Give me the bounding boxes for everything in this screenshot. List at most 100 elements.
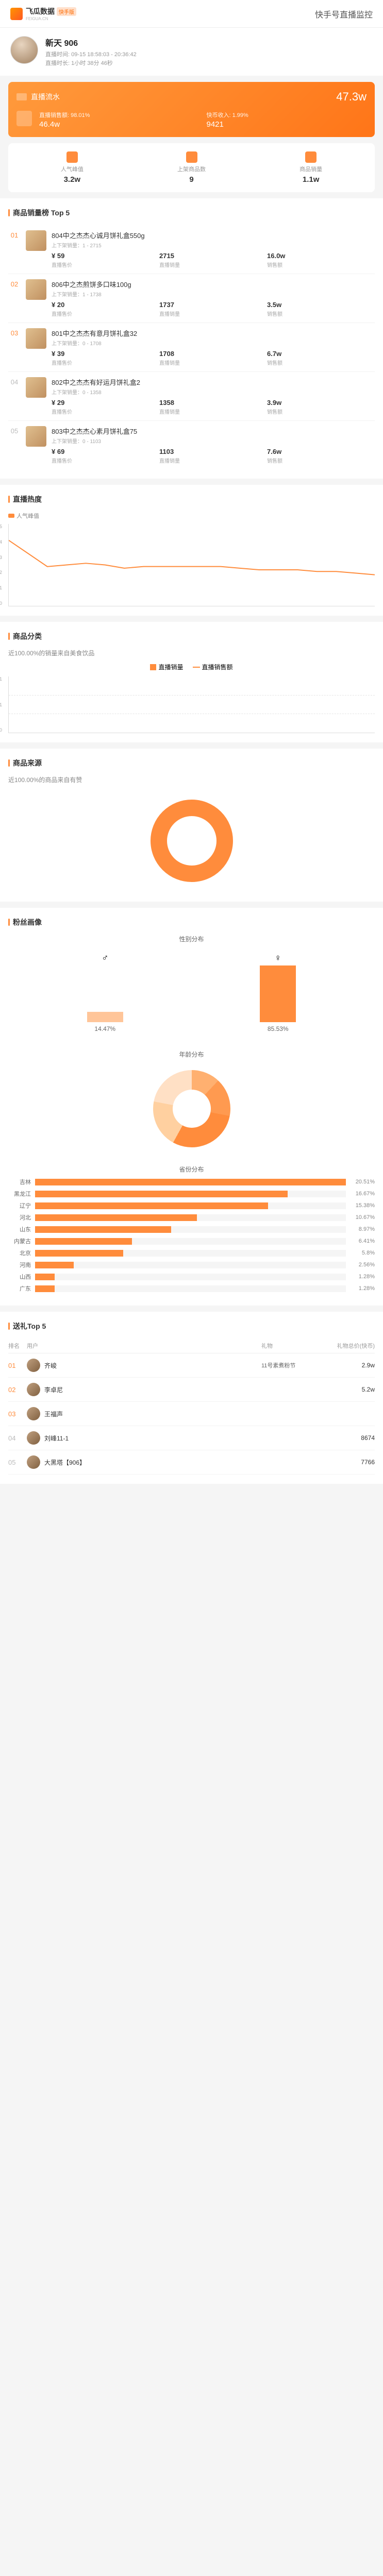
section-title: 商品销量榜 Top 5 (8, 208, 375, 218)
province-bar (35, 1274, 55, 1280)
province-row: 山东 8.97% (8, 1225, 375, 1233)
product-thumb (26, 328, 46, 349)
stat-value: 3.2w (12, 175, 132, 184)
user-avatar (27, 1359, 40, 1372)
product-sub: 上下架销量：0 - 1708 (52, 339, 375, 347)
province-pct: 5.8% (350, 1250, 375, 1256)
product-sub: 上下架销量：1 - 1738 (52, 290, 375, 298)
rank-item[interactable]: 01 804中之杰杰心诚月饼礼盒550g 上下架销量：1 - 2715 ¥ 59… (8, 225, 375, 274)
rank-item[interactable]: 03 801中之杰杰有意月饼礼盒32 上下架销量：0 - 1708 ¥ 39直播… (8, 323, 375, 372)
province-pct: 2.56% (350, 1262, 375, 1268)
province-name: 河南 (8, 1261, 31, 1269)
stat-label: 商品销量 (251, 165, 371, 173)
stat-label: 上架商品数 (132, 165, 252, 173)
rank-item[interactable]: 04 802中之杰杰有好运月饼礼盒2 上下架销量：0 - 1358 ¥ 29直播… (8, 372, 375, 421)
province-name: 山西 (8, 1273, 31, 1281)
streamer-name: 新天 906 (45, 36, 137, 48)
sales-pct-label: 直播销售额: 98.01% (39, 111, 199, 119)
profile-block: 新天 906 直播时间: 09-15 18:58:03 - 20:36:42 直… (0, 28, 383, 76)
gift-rank: 02 (8, 1386, 27, 1394)
col-value: 礼物总价(快币) (334, 1342, 375, 1350)
gender-icon: ♂ (29, 953, 181, 963)
province-bar (35, 1238, 132, 1245)
user-name: 大黑塔【906】 (44, 1458, 261, 1467)
app-header: 飞瓜数据 快手版 FEIGUA.CN 快手号直播监控 (0, 0, 383, 28)
revenue: 6.7w (267, 350, 375, 358)
rank-number: 05 (8, 426, 21, 464)
stat-icon (305, 151, 317, 163)
rank-section: 商品销量榜 Top 5 01 804中之杰杰心诚月饼礼盒550g 上下架销量：1… (0, 198, 383, 479)
gift-value: 5.2w (334, 1386, 375, 1393)
legend-swatch (8, 514, 14, 518)
province-row: 内蒙古 6.41% (8, 1237, 375, 1245)
legend-swatch (150, 664, 156, 670)
province-bar (35, 1179, 346, 1185)
province-name: 吉林 (8, 1178, 31, 1186)
legend-line (193, 667, 200, 668)
coin-value: 9421 (207, 120, 367, 129)
source-section: 商品来源 近100.00%的商品来自有赞 (0, 749, 383, 902)
gift-rank: 01 (8, 1362, 27, 1369)
product-sub: 上下架销量：1 - 2715 (52, 241, 375, 249)
province-name: 山东 (8, 1225, 31, 1233)
category-section: 商品分类 近100.00%的销量来自美食饮品 直播销量 直播销售额 110 (0, 622, 383, 742)
province-name: 广东 (8, 1284, 31, 1293)
province-row: 山西 1.28% (8, 1273, 375, 1281)
gender-icon: ♀ (202, 953, 355, 963)
province-pct: 1.28% (350, 1285, 375, 1292)
page-title: 快手号直播监控 (315, 8, 373, 20)
gender-item: ♀ 85.53% (202, 953, 355, 1032)
user-name: 齐峻 (44, 1361, 261, 1370)
rank-number: 02 (8, 279, 21, 317)
rank-item[interactable]: 05 803中之杰杰心素月饼礼盒75 上下架销量：0 - 1103 ¥ 69直播… (8, 421, 375, 469)
col-user: 用户 (27, 1342, 261, 1350)
stat-item: 人气峰值 3.2w (12, 151, 132, 184)
legend-label: 直播销量 (158, 663, 183, 671)
gift-value: 8674 (334, 1434, 375, 1442)
product-sub: 上下架销量：0 - 1358 (52, 388, 375, 396)
province-bar (35, 1226, 171, 1233)
brand-badge: 快手版 (57, 7, 76, 16)
province-pct: 1.28% (350, 1274, 375, 1280)
price: ¥ 59 (52, 252, 159, 260)
col-gift: 礼物 (261, 1342, 334, 1350)
stat-icon (186, 151, 197, 163)
sales: 1708 (159, 350, 267, 358)
province-pct: 6.41% (350, 1238, 375, 1244)
gift-rank: 05 (8, 1459, 27, 1466)
stat-item: 上架商品数 9 (132, 151, 252, 184)
gender-bar (260, 965, 296, 1022)
legend-label: 人气峰值 (16, 512, 39, 520)
rank-item[interactable]: 02 806中之杰煎饼多口味100g 上下架销量：1 - 1738 ¥ 20直播… (8, 274, 375, 323)
revenue: 16.0w (267, 252, 375, 260)
sales-value: 46.4w (39, 120, 199, 129)
gift-row[interactable]: 02 李卓尼 5.2w (8, 1378, 375, 1402)
gender-pct: 85.53% (202, 1025, 355, 1032)
gift-value: 2.9w (334, 1362, 375, 1369)
gift-row[interactable]: 03 王福声 (8, 1402, 375, 1426)
live-duration: 直播时长: 1小时 38分 46秒 (45, 59, 137, 68)
product-name: 803中之杰杰心素月饼礼盒75 (52, 426, 375, 436)
stat-label: 人气峰值 (12, 165, 132, 173)
province-pct: 16.67% (350, 1191, 375, 1197)
heat-section: 直播热度 人气峰值 543210 (0, 485, 383, 616)
gender-bar (87, 1012, 123, 1022)
flow-label: 直播流水 (31, 92, 60, 102)
revenue: 7.6w (267, 448, 375, 455)
gift-row[interactable]: 04 刘峰11-1 8674 (8, 1426, 375, 1450)
province-row: 河南 2.56% (8, 1261, 375, 1269)
gift-section: 送礼Top 5 排名 用户 礼物 礼物总价(快币) 01 齐峻 11号素煮粉节 … (0, 1312, 383, 1484)
gift-row[interactable]: 01 齐峻 11号素煮粉节 2.9w (8, 1353, 375, 1378)
province-bar (35, 1214, 197, 1221)
province-bar (35, 1285, 55, 1292)
revenue-card: 直播流水 47.3w 直播销售额: 98.01% 46.4w 快币收入: 1.9… (8, 82, 375, 137)
province-bar (35, 1250, 123, 1257)
gift-row[interactable]: 05 大黑塔【906】 7766 (8, 1450, 375, 1475)
province-name: 河北 (8, 1213, 31, 1222)
coin-pct-label: 快币收入: 1.99% (207, 111, 367, 119)
heat-chart: 543210 (8, 524, 375, 606)
stat-item: 商品销量 1.1w (251, 151, 371, 184)
price: ¥ 20 (52, 301, 159, 309)
gift-table-head: 排名 用户 礼物 礼物总价(快币) (8, 1338, 375, 1353)
gender-item: ♂ 14.47% (29, 953, 181, 1032)
